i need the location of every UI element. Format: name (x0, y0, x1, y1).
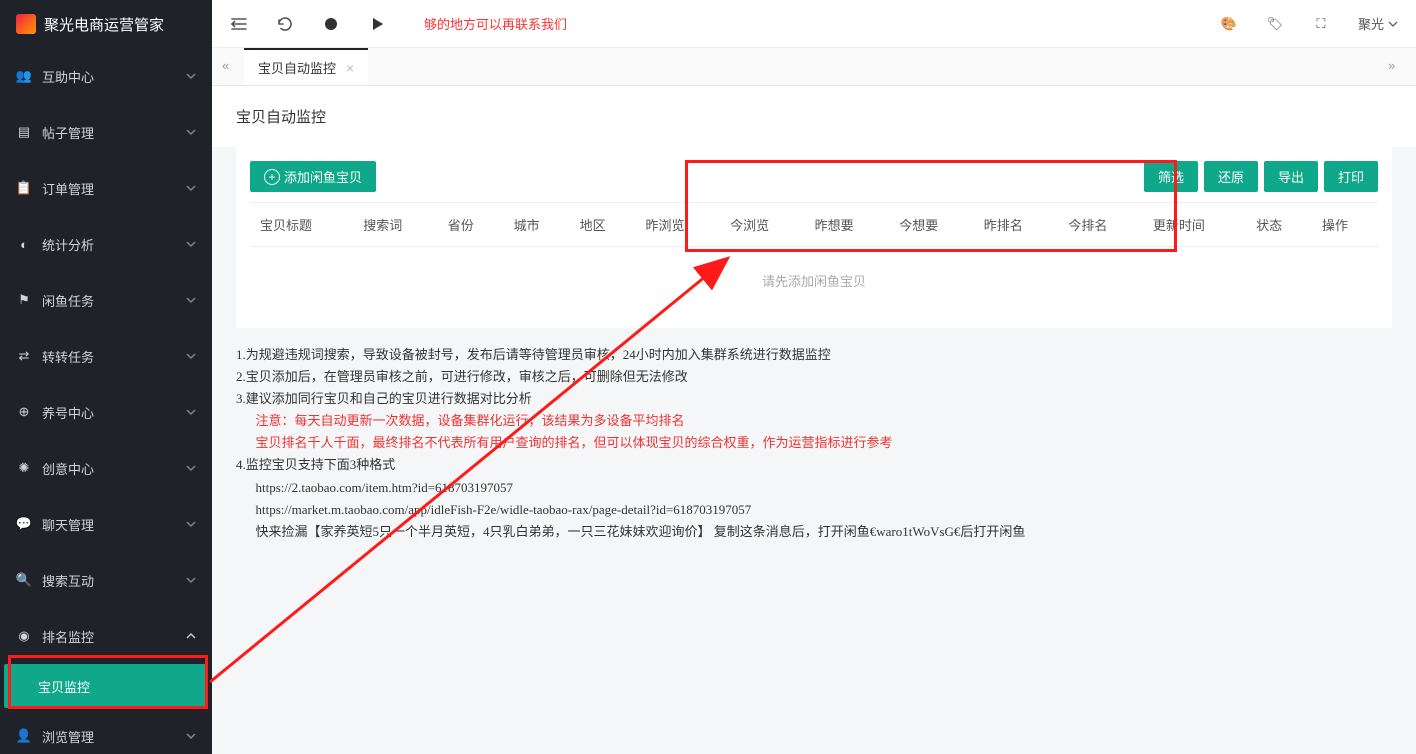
lightbulb-icon: ✺ (16, 460, 32, 476)
restore-button[interactable]: 还原 (1204, 161, 1258, 192)
chevron-down-icon (186, 731, 196, 741)
sidebar-item-huzhu[interactable]: 👥互助中心 (0, 48, 212, 104)
instr-line: 2.宝贝添加后，在管理员审核之前，可进行修改，审核之后，可删除但无法修改 (236, 366, 1392, 388)
sidebar-item-tiezi[interactable]: ▤帖子管理 (0, 104, 212, 160)
tabstrip: « 宝贝自动监控 × » (212, 48, 1416, 86)
main-area: 够的地方可以再联系我们 🎨 🏷 ⛶ 聚光 « 宝贝自动监控 × » 宝贝自动监控 (212, 0, 1416, 754)
clipboard-icon: 📋 (16, 180, 32, 196)
topbar: 够的地方可以再联系我们 🎨 🏷 ⛶ 聚光 (212, 0, 1416, 48)
topbar-message: 够的地方可以再联系我们 (424, 14, 567, 33)
sidebar-item-zhuanzhuan[interactable]: ⇄转转任务 (0, 328, 212, 384)
sidebar-item-xianyu[interactable]: ⚑闲鱼任务 (0, 272, 212, 328)
sidebar: 聚光电商运营管家 👥互助中心 ▤帖子管理 📋订单管理 ◐统计分析 ⚑闲鱼任务 (0, 0, 212, 754)
tabs-prev-icon[interactable]: « (222, 58, 240, 76)
chevron-down-icon (1388, 19, 1398, 29)
palette-icon[interactable]: 🎨 (1220, 15, 1238, 33)
sidebar-item-yanghao[interactable]: ⊕养号中心 (0, 384, 212, 440)
table-header: 今想要 (889, 203, 974, 247)
table-header: 更新时间 (1143, 203, 1246, 247)
table-header: 今浏览 (720, 203, 805, 247)
users2-icon: 👤 (16, 728, 32, 744)
sidebar-item-tongji[interactable]: ◐统计分析 (0, 216, 212, 272)
flag-icon: ⚑ (16, 292, 32, 308)
chevron-down-icon (186, 351, 196, 361)
table-header: 宝贝标题 (250, 203, 353, 247)
shield-icon: ⊕ (16, 404, 32, 420)
instr-line: 快来捡漏【家养英短5只一个半月英短，4只乳白弟弟，一只三花妹妹欢迎询价】 复制这… (236, 521, 1392, 543)
app-logo: 聚光电商运营管家 (0, 0, 212, 48)
export-button[interactable]: 导出 (1264, 161, 1318, 192)
user-menu[interactable]: 聚光 (1358, 14, 1398, 33)
instr-url: https://2.taobao.com/item.htm?id=6187031… (236, 477, 1392, 499)
filter-button[interactable]: 筛选 (1144, 161, 1198, 192)
content: 宝贝自动监控 + 添加闲鱼宝贝 筛选 还原 导出 打印 (212, 86, 1416, 754)
sidebar-item-chuangyi[interactable]: ✺创意中心 (0, 440, 212, 496)
table-card: + 添加闲鱼宝贝 筛选 还原 导出 打印 宝贝标题搜索词省份城市地区昨浏览今浏览… (236, 147, 1392, 328)
chevron-down-icon (186, 127, 196, 137)
table-header: 今排名 (1058, 203, 1143, 247)
table-header: 状态 (1246, 203, 1312, 247)
instr-url: https://market.m.taobao.com/app/idleFish… (236, 499, 1392, 521)
table-header: 搜索词 (353, 203, 438, 247)
instr-line: 3.建议添加同行宝贝和自己的宝贝进行数据对比分析 (236, 388, 1392, 410)
instr-warning: 宝贝排名千人千面，最终排名不代表所有用户查询的排名，但可以体现宝贝的综合权重，作… (236, 432, 1392, 454)
chat-icon: 💬 (16, 516, 32, 532)
tag-icon[interactable]: 🏷 (1266, 15, 1284, 33)
plus-icon: + (264, 169, 280, 185)
table-header: 省份 (438, 203, 504, 247)
chevron-down-icon (186, 295, 196, 305)
chevron-down-icon (186, 407, 196, 417)
chevron-down-icon (186, 239, 196, 249)
table-header: 昨想要 (805, 203, 890, 247)
add-item-button[interactable]: + 添加闲鱼宝贝 (250, 161, 376, 192)
search-icon: 🔍 (16, 572, 32, 588)
table-header: 昨浏览 (636, 203, 721, 247)
chevron-down-icon (186, 463, 196, 473)
bubble-icon[interactable] (322, 15, 340, 33)
table-header: 昨排名 (974, 203, 1059, 247)
transfer-icon: ⇄ (16, 348, 32, 364)
instr-warning: 注意：每天自动更新一次数据，设备集群化运行，该结果为多设备平均排名 (236, 410, 1392, 432)
close-icon[interactable]: × (346, 60, 354, 76)
play-icon[interactable] (368, 15, 386, 33)
sidebar-subitem-baobei[interactable]: 宝贝监控 (4, 664, 208, 708)
sidebar-item-dingdan[interactable]: 📋订单管理 (0, 160, 212, 216)
sidebar-item-liaotian[interactable]: 💬聊天管理 (0, 496, 212, 552)
chevron-up-icon (186, 631, 196, 641)
app-title: 聚光电商运营管家 (44, 14, 164, 35)
book-icon: ▤ (16, 124, 32, 140)
tabs-next-icon[interactable]: » (1388, 58, 1406, 76)
instr-line: 4.监控宝贝支持下面3种格式 (236, 454, 1392, 476)
sidebar-item-sousuo[interactable]: 🔍搜索互动 (0, 552, 212, 608)
sidebar-item-liulan[interactable]: 👤浏览管理 (0, 708, 212, 754)
chevron-down-icon (186, 519, 196, 529)
piechart-icon: ◐ (16, 236, 32, 252)
side-menu: 👥互助中心 ▤帖子管理 📋订单管理 ◐统计分析 ⚑闲鱼任务 ⇄转转任务 (0, 48, 212, 754)
refresh-icon[interactable] (276, 15, 294, 33)
print-button[interactable]: 打印 (1324, 161, 1378, 192)
logo-icon (16, 14, 36, 34)
table-empty-row: 请先添加闲鱼宝贝 (250, 247, 1378, 315)
tab-active[interactable]: 宝贝自动监控 × (244, 48, 368, 85)
instr-line: 1.为规避违规词搜索，导致设备被封号，发布后请等待管理员审核，24小时内加入集群… (236, 344, 1392, 366)
chevron-down-icon (186, 575, 196, 585)
users-icon: 👥 (16, 68, 32, 84)
table-header: 操作 (1312, 203, 1378, 247)
table-header: 城市 (504, 203, 570, 247)
sidebar-item-paiming[interactable]: ◉排名监控 (0, 608, 212, 664)
page-title: 宝贝自动监控 (212, 86, 1416, 147)
menu-toggle-icon[interactable] (230, 15, 248, 33)
instructions: 1.为规避违规词搜索，导致设备被封号，发布后请等待管理员审核，24小时内加入集群… (212, 340, 1416, 567)
chevron-down-icon (186, 71, 196, 81)
fullscreen-icon[interactable]: ⛶ (1312, 15, 1330, 33)
chevron-down-icon (186, 183, 196, 193)
data-table: 宝贝标题搜索词省份城市地区昨浏览今浏览昨想要今想要昨排名今排名更新时间状态操作 … (250, 202, 1378, 314)
table-header: 地区 (570, 203, 636, 247)
camera-icon: ◉ (16, 628, 32, 644)
